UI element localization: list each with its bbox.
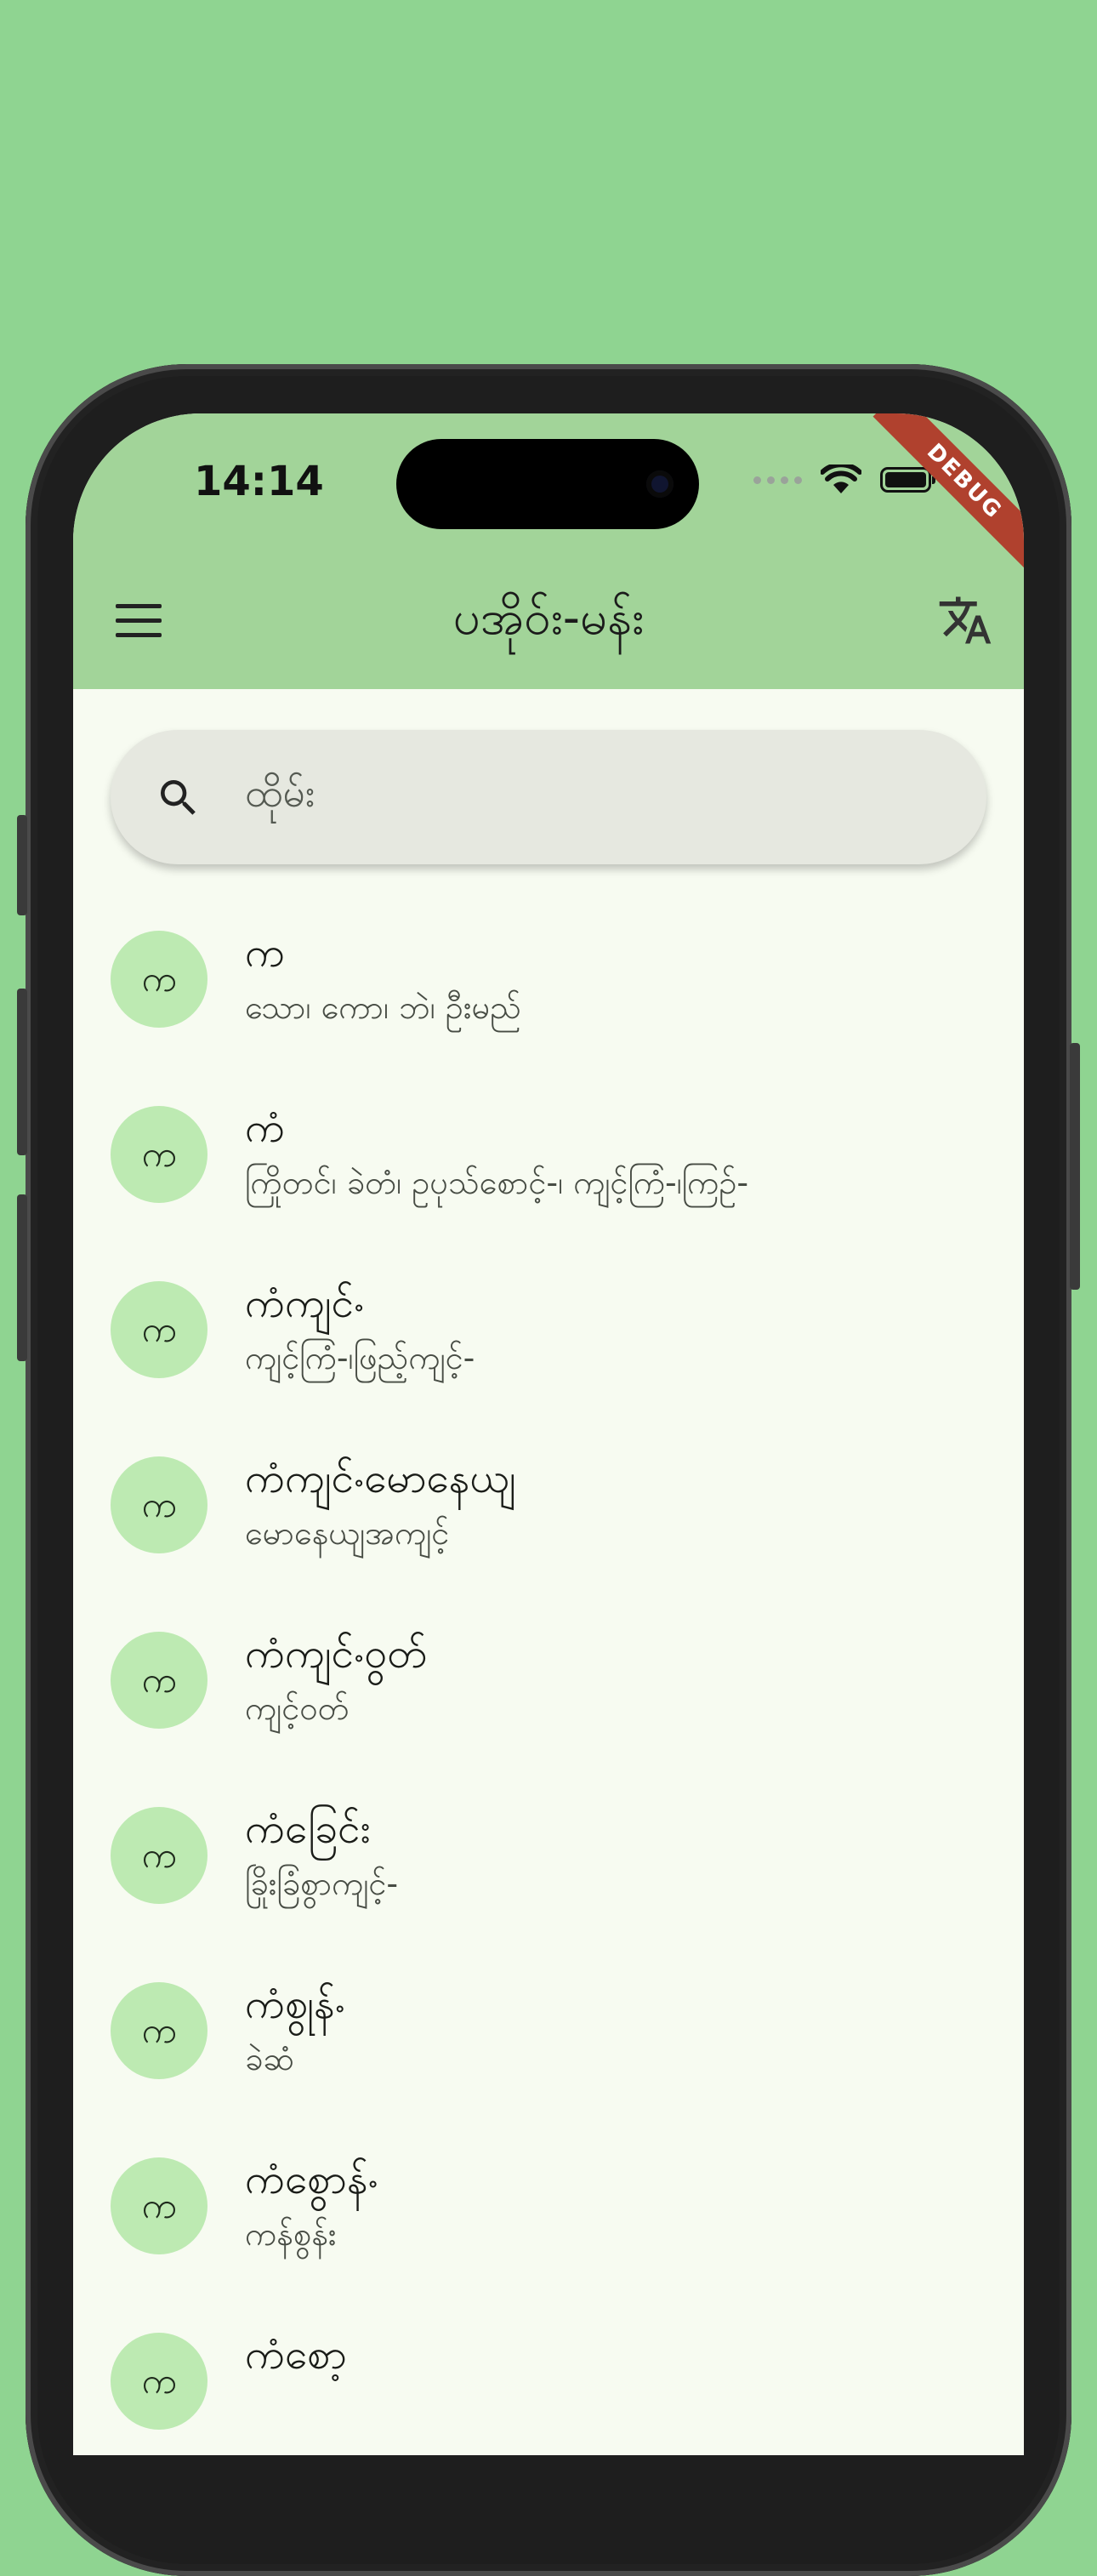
avatar: က bbox=[111, 1456, 207, 1553]
list-item[interactable]: က ကံခြေင်း ခြိုးခြံစွာကျင့်- bbox=[73, 1764, 1024, 1940]
volume-down-button bbox=[17, 1194, 27, 1361]
entry-meaning: သော၊ ကော၊ ဘဲ၊ ဦးမည် bbox=[245, 989, 521, 1026]
status-time: 14:14 bbox=[194, 458, 324, 505]
entry-word: ကံ bbox=[245, 1104, 285, 1152]
avatar: က bbox=[111, 931, 207, 1028]
list-item[interactable]: က ကံကျင်ႋမောနေယျ မောနေယျအကျင့် bbox=[73, 1414, 1024, 1589]
avatar: က bbox=[111, 1281, 207, 1378]
entry-word: ကံကျင်ႋမောနေယျ bbox=[245, 1455, 516, 1502]
entry-meaning: ကျင့်ဝတ် bbox=[245, 1690, 350, 1727]
page-title: ပအိုဝ်း-မန်း bbox=[452, 590, 645, 646]
app-bar: 14:14 DEBUG ပအိုဝ်း-မန်း bbox=[73, 413, 1024, 689]
entry-word: ကံစော့ bbox=[245, 2331, 347, 2379]
entry-word: ကံကျင်ႋဝွတ် bbox=[245, 1630, 427, 1678]
entry-meaning: ခဲဆံ bbox=[245, 2040, 295, 2077]
list-item[interactable]: က ကံစော့ bbox=[73, 2290, 1024, 2455]
list-item[interactable]: က ကံကျင်ႋဝွတ် ကျင့်ဝတ် bbox=[73, 1589, 1024, 1764]
avatar: က bbox=[111, 1982, 207, 2079]
entry-meaning: ကျင့်ကြံ-၊ဖြည့်ကျင့်- bbox=[245, 1339, 475, 1376]
battery-icon bbox=[880, 467, 935, 493]
signal-icon bbox=[753, 476, 802, 484]
app-screen: 14:14 DEBUG ပအိုဝ်း-မန်း ထိုမ်း က က သော၊… bbox=[73, 413, 1024, 2455]
avatar: က bbox=[111, 1106, 207, 1203]
status-indicators bbox=[753, 463, 935, 497]
list-item[interactable]: က က သော၊ ကော၊ ဘဲ၊ ဦးမည် bbox=[73, 888, 1024, 1063]
translate-icon[interactable] bbox=[937, 592, 993, 648]
dynamic-island bbox=[396, 439, 699, 529]
entry-word: ကံခြေင်း bbox=[245, 1805, 371, 1853]
search-icon bbox=[161, 780, 196, 815]
avatar: က bbox=[111, 1632, 207, 1729]
avatar: က bbox=[111, 2157, 207, 2254]
wifi-icon bbox=[821, 464, 861, 493]
camera-icon bbox=[646, 470, 674, 498]
list-item[interactable]: က ကံစွုန်ႋ ခဲဆံ bbox=[73, 1940, 1024, 2115]
action-button bbox=[17, 815, 27, 915]
entry-meaning: မောနေယျအကျင့် bbox=[245, 1514, 450, 1552]
list-item[interactable]: က ကံ ကြိုတင်၊ ခဲတံ၊ ဥပုသ်စောင့်-၊ ကျင့်က… bbox=[73, 1063, 1024, 1239]
volume-up-button bbox=[17, 989, 27, 1155]
entry-meaning: ကြိုတင်၊ ခဲတံ၊ ဥပုသ်စောင့်-၊ ကျင့်ကြံ-၊က… bbox=[245, 1164, 749, 1201]
entry-list: က က သော၊ ကော၊ ဘဲ၊ ဦးမည် က ကံ ကြိုတင်၊ ခဲ… bbox=[73, 888, 1024, 2455]
list-item[interactable]: က ကံကျင်ႋ ကျင့်ကြံ-၊ဖြည့်ကျင့်- bbox=[73, 1239, 1024, 1414]
entry-word: ကံစွောန်ႋ bbox=[245, 2156, 378, 2203]
entry-word: က bbox=[245, 929, 285, 977]
entry-meaning: ကန်စွန်း bbox=[245, 2215, 337, 2253]
list-item[interactable]: က ကံစွောန်ႋ ကန်စွန်း bbox=[73, 2115, 1024, 2290]
entry-word: ကံစွုန်ႋ bbox=[245, 1980, 345, 2028]
entry-meaning: ခြိုးခြံစွာကျင့်- bbox=[245, 1865, 399, 1902]
entry-word: ကံကျင်ႋ bbox=[245, 1279, 365, 1327]
avatar: က bbox=[111, 2333, 207, 2430]
search-bar[interactable]: ထိုမ်း bbox=[111, 730, 986, 864]
search-input[interactable]: ထိုမ်း bbox=[245, 769, 315, 826]
power-button bbox=[1070, 1043, 1080, 1290]
avatar: က bbox=[111, 1807, 207, 1904]
